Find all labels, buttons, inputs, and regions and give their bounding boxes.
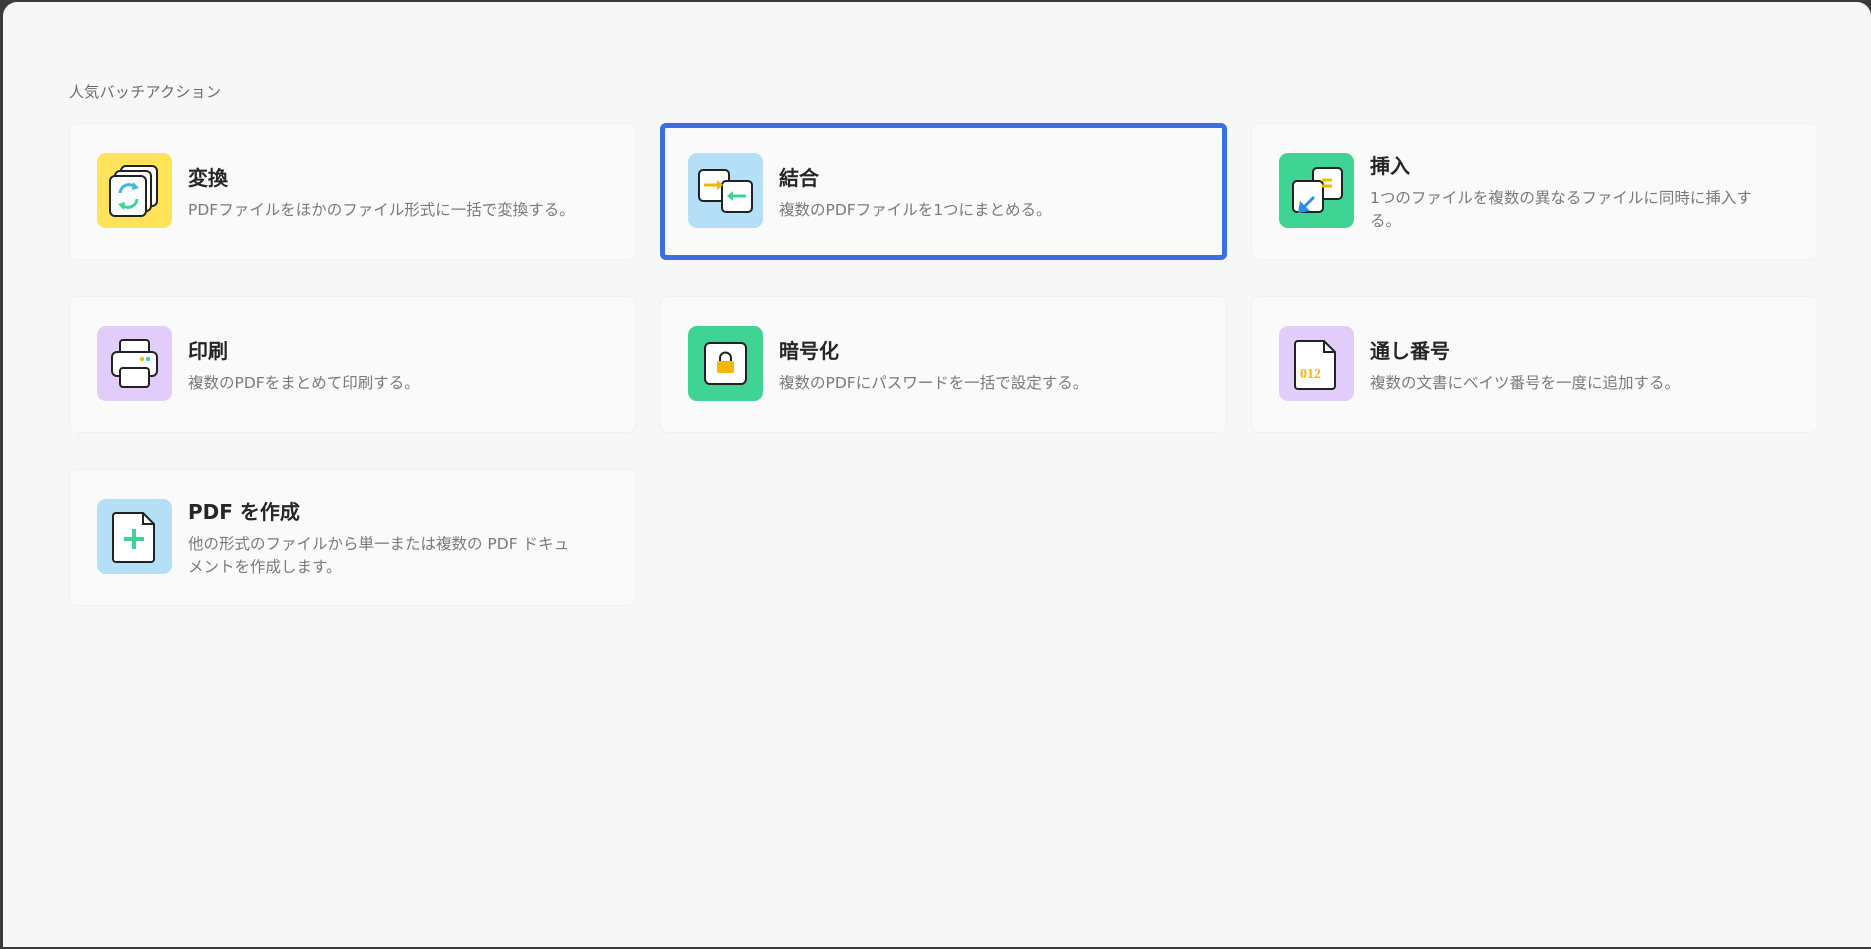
card-description: 複数の文書にベイツ番号を一度に追加する。 (1370, 373, 1681, 392)
card-create-pdf[interactable]: PDF を作成 他の形式のファイルから単一または複数の PDF ドキュメントを作… (69, 469, 636, 606)
card-text: 結合 複数のPDFファイルを1つにまとめる。 (779, 128, 1166, 255)
card-description: PDFファイルをほかのファイル形式に一括で変換する。 (188, 200, 575, 219)
convert-icon (97, 153, 172, 228)
card-description: 複数のPDFをまとめて印刷する。 (188, 373, 420, 392)
card-title: 変換 (188, 165, 228, 190)
card-encrypt[interactable]: 暗号化 複数のPDFにパスワードを一括で設定する。 (660, 296, 1227, 433)
card-text: PDF を作成 他の形式のファイルから単一または複数の PDF ドキュメントを作… (188, 470, 579, 605)
lock-icon (688, 326, 763, 401)
card-description: 複数のPDFにパスワードを一括で設定する。 (779, 373, 1089, 392)
card-bates-numbering[interactable]: 012 通し番号 複数の文書にベイツ番号を一度に追加する。 (1251, 296, 1818, 433)
card-text: 挿入 1つのファイルを複数の異なるファイルに同時に挿入する。 (1370, 124, 1761, 259)
insert-icon (1279, 153, 1354, 228)
batch-actions-grid: 変換 PDFファイルをほかのファイル形式に一括で変換する。 結合 複数のPDFフ… (69, 123, 1821, 606)
card-title: 印刷 (188, 338, 228, 363)
card-convert[interactable]: 変換 PDFファイルをほかのファイル形式に一括で変換する。 (69, 123, 636, 260)
card-title: 通し番号 (1370, 338, 1450, 363)
print-icon (97, 326, 172, 401)
card-print[interactable]: 印刷 複数のPDFをまとめて印刷する。 (69, 296, 636, 433)
card-title: 挿入 (1370, 154, 1410, 178)
app-window: 人気バッチアクション 変換 PDFファイルをほかのファイル形式に一括で変換する。 (3, 2, 1871, 947)
card-text: 通し番号 複数の文書にベイツ番号を一度に追加する。 (1370, 297, 1761, 432)
card-description: 複数のPDFファイルを1つにまとめる。 (779, 200, 1052, 219)
section-title: 人気バッチアクション (69, 83, 222, 101)
bates-number-icon: 012 (1279, 326, 1354, 401)
card-combine[interactable]: 結合 複数のPDFファイルを1つにまとめる。 (660, 123, 1227, 260)
card-insert[interactable]: 挿入 1つのファイルを複数の異なるファイルに同時に挿入する。 (1251, 123, 1818, 260)
card-text: 印刷 複数のPDFをまとめて印刷する。 (188, 297, 579, 432)
create-pdf-icon (97, 499, 172, 574)
card-title: 暗号化 (779, 338, 839, 363)
card-text: 暗号化 複数のPDFにパスワードを一括で設定する。 (779, 297, 1170, 432)
card-description: 1つのファイルを複数の異なるファイルに同時に挿入する。 (1370, 189, 1752, 230)
card-title: 結合 (779, 165, 819, 190)
card-description: 他の形式のファイルから単一または複数の PDF ドキュメントを作成します。 (188, 535, 570, 576)
combine-icon (688, 153, 763, 228)
card-title: PDF を作成 (188, 500, 300, 524)
card-text: 変換 PDFファイルをほかのファイル形式に一括で変換する。 (188, 124, 579, 259)
bates-number-icon-text: 012 (1300, 367, 1321, 382)
